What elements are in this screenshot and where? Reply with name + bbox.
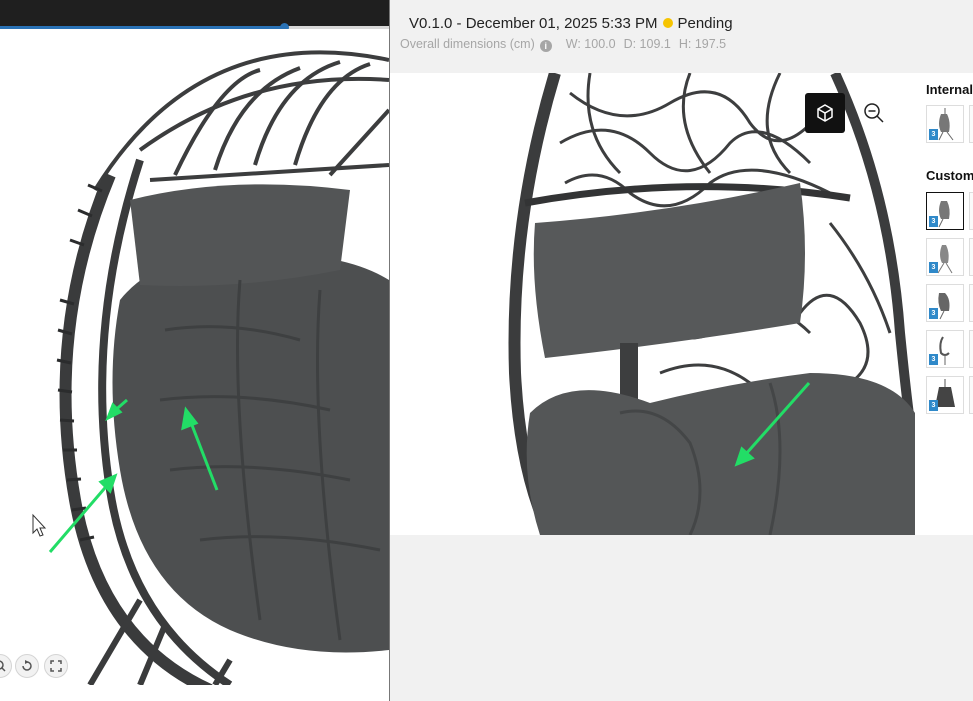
internal-thumbnail[interactable]: 3 <box>926 105 964 143</box>
viewer-bottom-strip <box>0 685 389 701</box>
3d-badge: 3 <box>929 308 938 319</box>
internal-heading: Internal <box>926 82 973 97</box>
3d-badge: 3 <box>929 354 938 365</box>
custom-thumbnail-next[interactable] <box>969 376 973 414</box>
status-dot-icon <box>663 18 674 28</box>
rotate-icon <box>22 660 32 671</box>
product-image-preview[interactable] <box>390 73 915 535</box>
3d-badge: 3 <box>929 129 938 140</box>
3d-badge: 3 <box>929 400 938 411</box>
custom-heading: Custom <box>926 168 973 183</box>
3d-view-button[interactable] <box>805 93 845 133</box>
custom-thumbnail-next[interactable] <box>969 238 973 276</box>
dimension-width: W: 100.0 <box>565 37 616 51</box>
dimensions-row: Overall dimensions (cm) i W: 100.0 D: 109.1… <box>400 37 734 52</box>
internal-thumbnail-next[interactable] <box>969 105 973 143</box>
chair-product-photo <box>390 73 915 535</box>
zoom-out-button[interactable] <box>862 101 886 125</box>
chair-3d-render-closeup[interactable] <box>0 29 389 685</box>
dimensions-label: Overall dimensions (cm) <box>400 37 535 51</box>
custom-thumbnail-next[interactable] <box>969 330 973 368</box>
left-3d-viewer-pane <box>0 0 389 701</box>
info-icon[interactable]: i <box>539 40 552 52</box>
status-text: Pending <box>677 15 733 32</box>
custom-thumbnail[interactable]: 3 <box>926 192 964 230</box>
right-review-pane: V0.1.0 - December 01, 2025 5:33 PM Pendin… <box>390 0 973 701</box>
3d-badge: 3 <box>929 216 938 227</box>
custom-thumbnail-next[interactable] <box>969 192 973 230</box>
dimension-height: H: 197.5 <box>678 37 727 51</box>
custom-thumbnail[interactable]: 3 <box>926 330 964 368</box>
version-text: V0.1.0 - December 01, 2025 5:33 PM <box>409 15 658 32</box>
fullscreen-icon <box>50 660 62 672</box>
custom-thumbnail[interactable]: 3 <box>926 238 964 276</box>
thumbnail-panel: Internal 3 Custom 3 3 3 3 3 <box>915 73 973 535</box>
custom-thumbnail[interactable]: 3 <box>926 376 964 414</box>
custom-thumbnail-next[interactable] <box>969 284 973 322</box>
viewer-rotate-button[interactable] <box>15 654 39 678</box>
zoom-icon <box>0 660 6 672</box>
viewer-fullscreen-button[interactable] <box>44 654 68 678</box>
3d-badge: 3 <box>929 262 938 273</box>
dimension-depth: D: 109.1 <box>623 37 671 51</box>
version-header: V0.1.0 - December 01, 2025 5:33 PM Pendin… <box>409 15 733 32</box>
viewer-top-bar <box>0 0 389 26</box>
zoom-out-icon <box>864 103 884 123</box>
custom-thumbnail[interactable]: 3 <box>926 284 964 322</box>
3d-cube-icon <box>817 104 833 122</box>
